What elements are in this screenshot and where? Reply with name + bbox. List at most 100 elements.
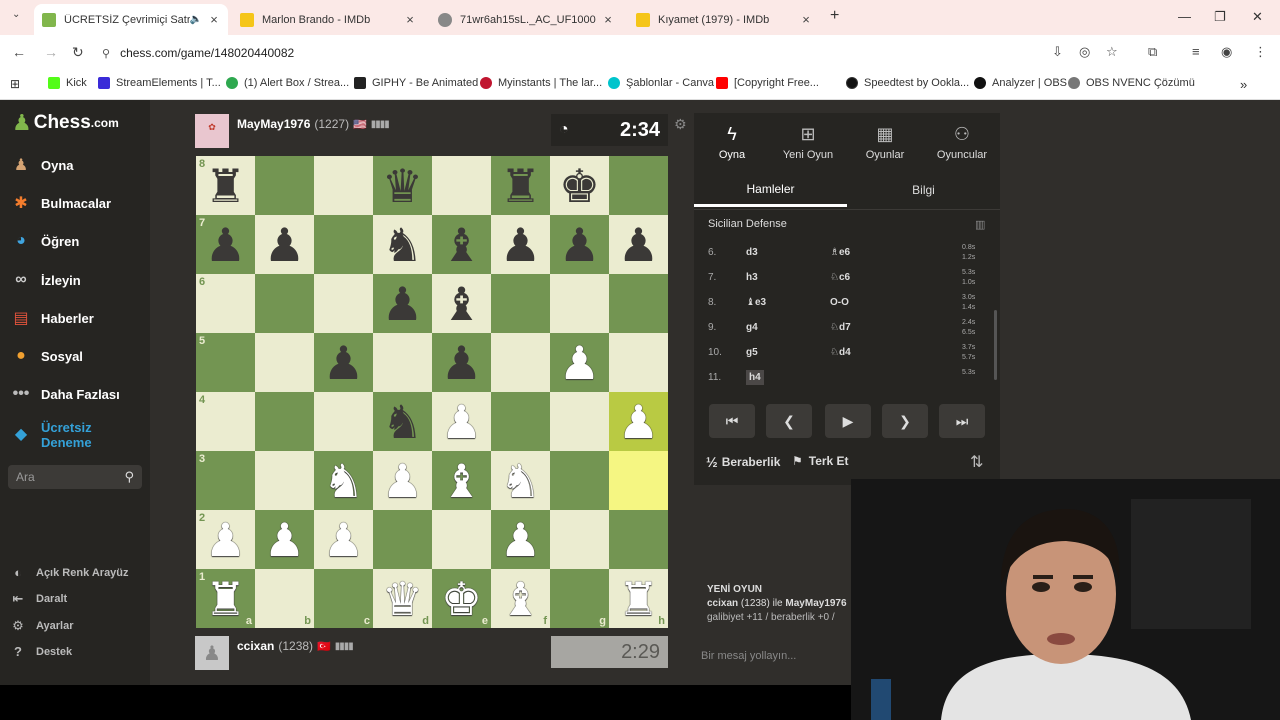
square-b6[interactable] <box>255 274 314 333</box>
white-move[interactable]: h3 <box>746 272 758 283</box>
square-h2[interactable] <box>609 510 668 569</box>
black-pawn-piece[interactable]: ♟ <box>550 215 609 274</box>
close-tab-icon[interactable]: × <box>404 12 416 27</box>
tab-oyunlar[interactable]: ▦ Oyunlar <box>847 113 923 171</box>
tab-yeni-oyun[interactable]: ⊞ Yeni Oyun <box>770 113 846 171</box>
chat-input[interactable]: Bir mesaj yollayın... <box>701 650 796 662</box>
close-tab-icon[interactable]: × <box>800 12 812 27</box>
square-a5[interactable]: 5 <box>196 333 255 392</box>
black-pawn-piece[interactable]: ♟ <box>255 215 314 274</box>
avatar[interactable]: ♟ <box>195 636 229 670</box>
window-close-icon[interactable]: ✕ <box>1252 9 1263 25</box>
square-g5[interactable]: ♟ <box>550 333 609 392</box>
new-tab-icon[interactable]: + <box>830 7 839 25</box>
square-c4[interactable] <box>314 392 373 451</box>
white-pawn-piece[interactable]: ♟ <box>432 392 491 451</box>
minimize-icon[interactable]: — <box>1178 9 1191 24</box>
white-move[interactable]: g5 <box>746 347 758 358</box>
reload-icon[interactable]: ↻ <box>72 44 84 61</box>
browser-tab-imdb-kiyamet[interactable]: Kıyamet (1979) - IMDb × <box>628 4 820 35</box>
bookmark-myinstants[interactable]: Myinstants | The lar... <box>480 77 602 89</box>
square-b4[interactable] <box>255 392 314 451</box>
scrollbar[interactable] <box>994 310 997 380</box>
tab-hamleler[interactable]: Hamleler <box>694 173 847 207</box>
black-pawn-piece[interactable]: ♟ <box>373 274 432 333</box>
square-g6[interactable] <box>550 274 609 333</box>
square-a2[interactable]: ♟ 2 <box>196 510 255 569</box>
last-move-button[interactable]: ⏭ <box>939 404 985 438</box>
square-c2[interactable]: ♟ <box>314 510 373 569</box>
sidebar-support[interactable]: ? Destek <box>10 644 72 659</box>
square-a4[interactable]: 4 <box>196 392 255 451</box>
square-e5[interactable]: ♟ <box>432 333 491 392</box>
play-button[interactable]: ▶ <box>825 404 871 438</box>
sidebar-settings[interactable]: ⚙ Ayarlar <box>10 618 73 634</box>
flip-board-icon[interactable]: ⇅ <box>970 452 983 472</box>
square-d3[interactable]: ♟ <box>373 451 432 510</box>
chess-logo[interactable]: ♟ Chess .com <box>12 110 119 136</box>
white-knight-piece[interactable]: ♞ <box>491 451 550 510</box>
square-d7[interactable]: ♞ <box>373 215 432 274</box>
square-g3[interactable] <box>550 451 609 510</box>
sidebar-item-ogren[interactable]: ◕ Öğren <box>10 229 79 253</box>
square-d8[interactable]: ♛ <box>373 156 432 215</box>
square-a1[interactable]: ♜ 1 a <box>196 569 255 628</box>
sidebar-item-oyna[interactable]: ♟ Oyna <box>10 153 74 177</box>
star-icon[interactable]: ☆ <box>1106 44 1118 60</box>
square-c8[interactable] <box>314 156 373 215</box>
white-pawn-piece[interactable]: ♟ <box>609 392 668 451</box>
white-pawn-piece[interactable]: ♟ <box>550 333 609 392</box>
square-h5[interactable] <box>609 333 668 392</box>
white-move[interactable]: h4 <box>746 370 764 385</box>
bookmark-kick[interactable]: Kick <box>48 77 87 89</box>
sidebar-light-theme[interactable]: ◐ Açık Renk Arayüz <box>10 565 128 580</box>
square-a8[interactable]: ♜ 8 <box>196 156 255 215</box>
tab-oyna[interactable]: ϟ Oyna <box>694 113 770 171</box>
square-f8[interactable]: ♜ <box>491 156 550 215</box>
avatar[interactable]: ✿ <box>195 114 229 148</box>
square-e8[interactable] <box>432 156 491 215</box>
square-d1[interactable]: ♛ d <box>373 569 432 628</box>
bookmark-analyzer[interactable]: Analyzer | OBS <box>974 77 1067 89</box>
square-b2[interactable]: ♟ <box>255 510 314 569</box>
prev-move-button[interactable]: ❮ <box>766 404 812 438</box>
square-a3[interactable]: 3 <box>196 451 255 510</box>
black-move[interactable]: ♘d4 <box>830 347 851 358</box>
square-g1[interactable]: g <box>550 569 609 628</box>
site-info-icon[interactable]: ⚲ <box>102 47 110 60</box>
eye-off-icon[interactable]: ◎ <box>1079 44 1090 60</box>
profile-avatar-icon[interactable]: ◉ <box>1221 44 1232 60</box>
next-move-button[interactable]: ❯ <box>882 404 928 438</box>
white-bishop-piece[interactable]: ♝ <box>491 569 550 628</box>
square-f5[interactable] <box>491 333 550 392</box>
bookmark-giphy[interactable]: GIPHY - Be Animated <box>354 77 478 89</box>
address-bar[interactable]: ⚲ chess.com/game/148020440082 <box>102 42 1042 64</box>
bookmark-obs-nvenc[interactable]: OBS NVENC Çözümü <box>1068 77 1195 89</box>
draw-button[interactable]: ½ Beraberlik <box>706 454 780 470</box>
sidebar-item-daha-fazlasi[interactable]: ••• Daha Fazlası <box>10 382 120 406</box>
square-a6[interactable]: 6 <box>196 274 255 333</box>
media-icon[interactable]: ≡ <box>1192 44 1200 59</box>
first-move-button[interactable]: ⏮ <box>709 404 755 438</box>
browser-tab-image[interactable]: 71wr6ah15sL._AC_UF1000,1000 × <box>430 4 622 35</box>
tab-oyuncular[interactable]: ⚇ Oyuncular <box>924 113 1000 171</box>
square-c5[interactable]: ♟ <box>314 333 373 392</box>
bookmark-canva[interactable]: Şablonlar - Canva <box>608 77 714 89</box>
white-move[interactable]: ♝e3 <box>746 297 766 308</box>
square-h8[interactable] <box>609 156 668 215</box>
square-f6[interactable] <box>491 274 550 333</box>
square-h3[interactable] <box>609 451 668 510</box>
browser-tab-imdb-brando[interactable]: Marlon Brando - IMDb × <box>232 4 424 35</box>
sidebar-item-sosyal[interactable]: ● Sosyal <box>10 344 83 368</box>
black-pawn-piece[interactable]: ♟ <box>609 215 668 274</box>
square-h4[interactable]: ♟ <box>609 392 668 451</box>
white-bishop-piece[interactable]: ♝ <box>432 451 491 510</box>
black-move[interactable]: ♘c6 <box>830 272 850 283</box>
square-f2[interactable]: ♟ <box>491 510 550 569</box>
sidebar-item-izleyin[interactable]: ∞ İzleyin <box>10 268 80 292</box>
sidebar-search-input[interactable]: Ara ⚲ <box>8 465 142 489</box>
black-bishop-piece[interactable]: ♝ <box>432 274 491 333</box>
square-b8[interactable] <box>255 156 314 215</box>
square-a7[interactable]: ♟ 7 <box>196 215 255 274</box>
square-c3[interactable]: ♞ <box>314 451 373 510</box>
